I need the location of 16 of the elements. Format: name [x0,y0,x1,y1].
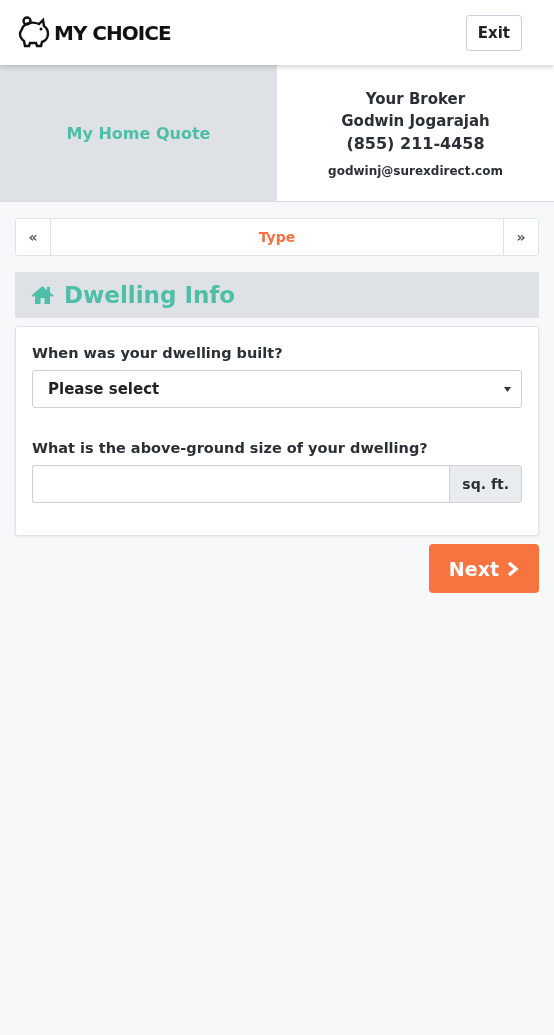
section-title: Dwelling Info [64,282,236,308]
broker-phone: (855) 211-4458 [346,133,485,155]
logo-text: MY CHOICE [54,20,171,45]
field-label: When was your dwelling built? [32,345,284,361]
home-icon [31,285,54,305]
broker-email: godwinj@surexdirect.com [328,164,503,178]
caret-icon [504,386,511,392]
select-field[interactable]: Please select [32,370,522,408]
chevron-right-icon [507,560,519,577]
exit-button[interactable]: Exit [465,14,522,51]
size-input-field[interactable] [32,465,450,503]
field-label: What is the above-ground size of your dwelling? [32,440,429,456]
quote-title: My Home Quote [66,123,211,143]
broker-label: Your Broker [365,89,466,110]
broker-name: Godwin Jogarajah [341,111,490,132]
unit-addon: sq. ft. [449,465,522,503]
